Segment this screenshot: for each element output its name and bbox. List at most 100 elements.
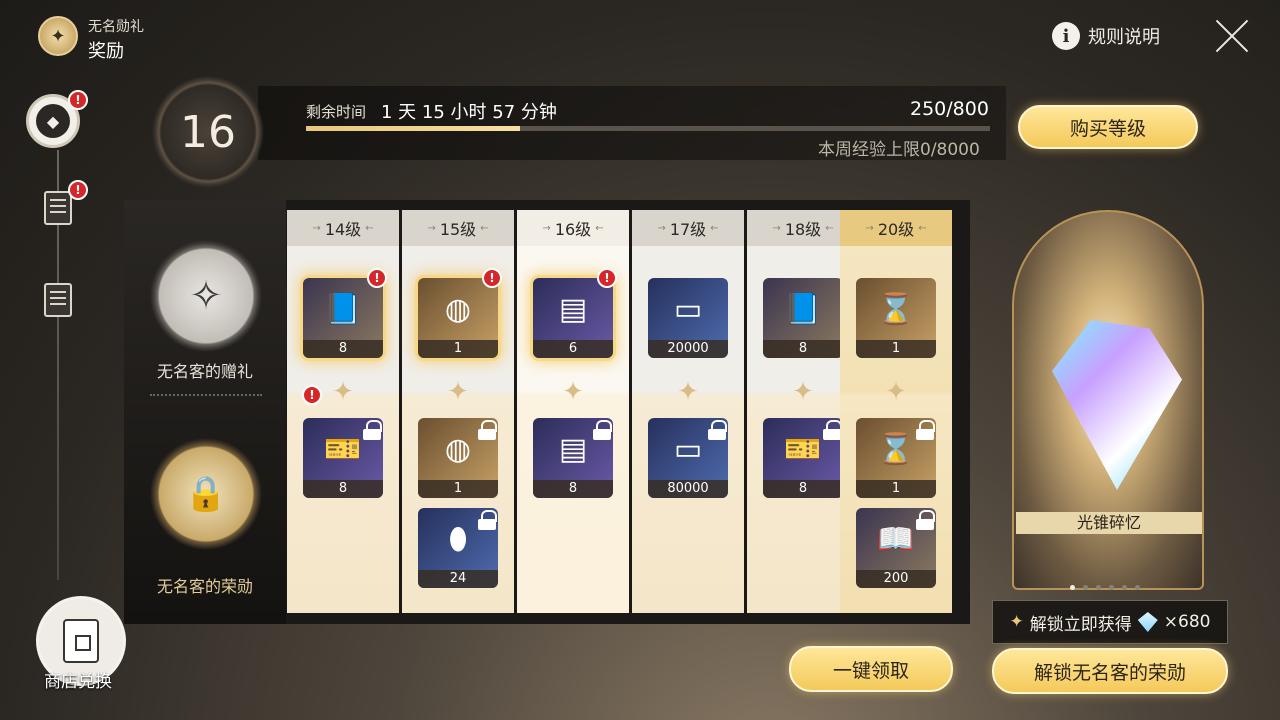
page-dot[interactable] — [1083, 585, 1088, 590]
reward-quantity: 80000 — [648, 480, 728, 498]
reward-quantity: 8 — [303, 340, 383, 358]
lock-icon — [363, 420, 382, 440]
time-remaining-value: 1 天 15 小时 57 分钟 — [381, 102, 557, 123]
reward-quantity: 8 — [763, 480, 843, 498]
clipboard-icon — [44, 191, 72, 225]
free-reward-item[interactable]: 📘 8 — [303, 278, 383, 358]
exp-progress-fill — [306, 126, 520, 131]
paid-reward-item[interactable]: ◍ 1 — [418, 418, 498, 498]
reward-quantity: 1 — [856, 340, 936, 358]
time-remaining-label: 剩余时间 — [306, 103, 367, 121]
page-title: 奖励 — [88, 41, 124, 62]
level-column: 17级 ✦ ▭ 20000 ▭80000 — [632, 210, 746, 613]
book-icon: 📘 — [784, 291, 822, 327]
paid-reward-item[interactable]: ▭ 80000 — [648, 418, 728, 498]
lock-icon — [916, 510, 935, 530]
level-header: 15级 — [402, 210, 514, 246]
lock-icon — [593, 420, 612, 440]
rules-label: 规则说明 — [1088, 27, 1160, 48]
lock-icon — [478, 420, 497, 440]
page-dot[interactable] — [1070, 585, 1075, 590]
paid-reward-item[interactable]: 🎫 8 — [303, 418, 383, 498]
paid-reward-item[interactable]: ⌛ 1 — [856, 418, 936, 498]
paid-reward-item[interactable]: ⬮ 24 — [418, 508, 498, 588]
track-divider — [150, 394, 262, 396]
level-column: 14级✦📘8!🎫8 — [287, 210, 401, 613]
hourglass-icon: ⌛ — [877, 291, 915, 327]
reward-quantity: 1 — [856, 480, 936, 498]
reward-quantity: 20000 — [648, 340, 728, 358]
level-header: 17级 — [632, 210, 744, 246]
canister-icon: ▤ — [558, 291, 588, 327]
reward-quantity: 6 — [533, 340, 613, 358]
search-document-icon — [44, 283, 72, 317]
unlock-tip-text: 解锁立即获得 — [1029, 614, 1132, 635]
reward-quantity: 8 — [763, 340, 843, 358]
paid-reward-item[interactable]: ▤ 8 — [533, 418, 613, 498]
level-header: 20级 — [840, 210, 952, 246]
weekly-exp-cap: 本周经验上限0/8000 — [818, 140, 980, 160]
lock-icon — [478, 510, 497, 530]
page-dot[interactable] — [1135, 585, 1140, 590]
unlock-tip-amount: ×680 — [1163, 612, 1211, 632]
alert-badge: ! — [367, 268, 387, 288]
track-separator-star-icon: ✦ — [447, 377, 469, 407]
free-track-label: 无名客的赠礼 — [156, 362, 253, 381]
lock-icon — [823, 420, 842, 440]
reward-quantity: 200 — [856, 570, 936, 588]
level-column: 16级✦▤6!▤8 — [517, 210, 631, 613]
stellar-jade-icon — [1137, 612, 1158, 632]
rail-details-button[interactable] — [36, 278, 80, 322]
exp-value: 250/800 — [910, 98, 989, 120]
lock-icon — [916, 420, 935, 440]
page-dot[interactable] — [1096, 585, 1101, 590]
showcase-page-dots[interactable] — [1070, 585, 1140, 590]
free-reward-item[interactable]: ▤ 6 — [533, 278, 613, 358]
exp-progress-bar — [306, 126, 990, 131]
free-track-emblem-icon: ✧ — [146, 236, 266, 356]
reward-quantity: 8 — [533, 480, 613, 498]
shopping-bag-icon — [63, 619, 99, 663]
info-icon: i — [1052, 22, 1080, 50]
reward-quantity: 1 — [418, 480, 498, 498]
alert-badge: ! — [68, 180, 88, 200]
featured-reward-name: 光锥碎忆 — [1016, 512, 1202, 534]
paid-reward-item[interactable]: 📖 200 — [856, 508, 936, 588]
alert-badge: ! — [302, 385, 322, 405]
level-number: 16 — [180, 106, 236, 158]
free-reward-item[interactable]: ▭ 20000 — [648, 278, 728, 358]
unlock-bonus-tip: ✦ 解锁立即获得 ×680 — [992, 600, 1228, 644]
paid-reward-item[interactable]: 🎫 8 — [763, 418, 843, 498]
close-icon[interactable] — [1214, 18, 1250, 54]
rules-button[interactable]: i 规则说明 — [1052, 22, 1160, 50]
buy-level-button[interactable]: 购买等级 — [1018, 105, 1198, 149]
level-header: 16级 — [517, 210, 629, 246]
level-header: 14级 — [287, 210, 399, 246]
orb-icon: ◍ — [444, 291, 472, 327]
free-reward-item[interactable]: 📘 8 — [763, 278, 843, 358]
track-separator-star-icon: ✦ — [677, 377, 699, 407]
page-dot[interactable] — [1122, 585, 1127, 590]
free-reward-item[interactable]: ◍ 1 — [418, 278, 498, 358]
pass-logo-icon: ✦ — [38, 16, 78, 56]
track-separator-star-icon: ✦ — [885, 377, 907, 407]
alert-badge: ! — [482, 268, 502, 288]
sparkle-icon: ✦ — [1009, 612, 1024, 632]
credit-icon: ▭ — [673, 291, 703, 327]
level-column: 15级✦◍1!◍1⬮24 — [402, 210, 516, 613]
claim-all-button[interactable]: 一键领取 — [789, 646, 953, 692]
alert-badge: ! — [597, 268, 617, 288]
level-badge: 16 — [148, 72, 268, 192]
reward-quantity: 1 — [418, 340, 498, 358]
page-dot[interactable] — [1109, 585, 1114, 590]
page-subtitle: 无名勋礼 — [88, 19, 144, 35]
reward-quantity: 8 — [303, 480, 383, 498]
reward-quantity: 24 — [418, 570, 498, 588]
lock-icon — [708, 420, 727, 440]
shop-exchange-label: 商店兑换 — [44, 672, 112, 692]
free-reward-item[interactable]: ⌛ 1 — [856, 278, 936, 358]
unlock-honor-button[interactable]: 解锁无名客的荣勋 — [992, 648, 1228, 694]
track-separator-star-icon: ✦ — [562, 377, 584, 407]
paid-track-lock-emblem-icon: 🔒 — [146, 434, 266, 554]
level-column: 20级✦⌛1⌛1📖200 — [840, 210, 954, 613]
